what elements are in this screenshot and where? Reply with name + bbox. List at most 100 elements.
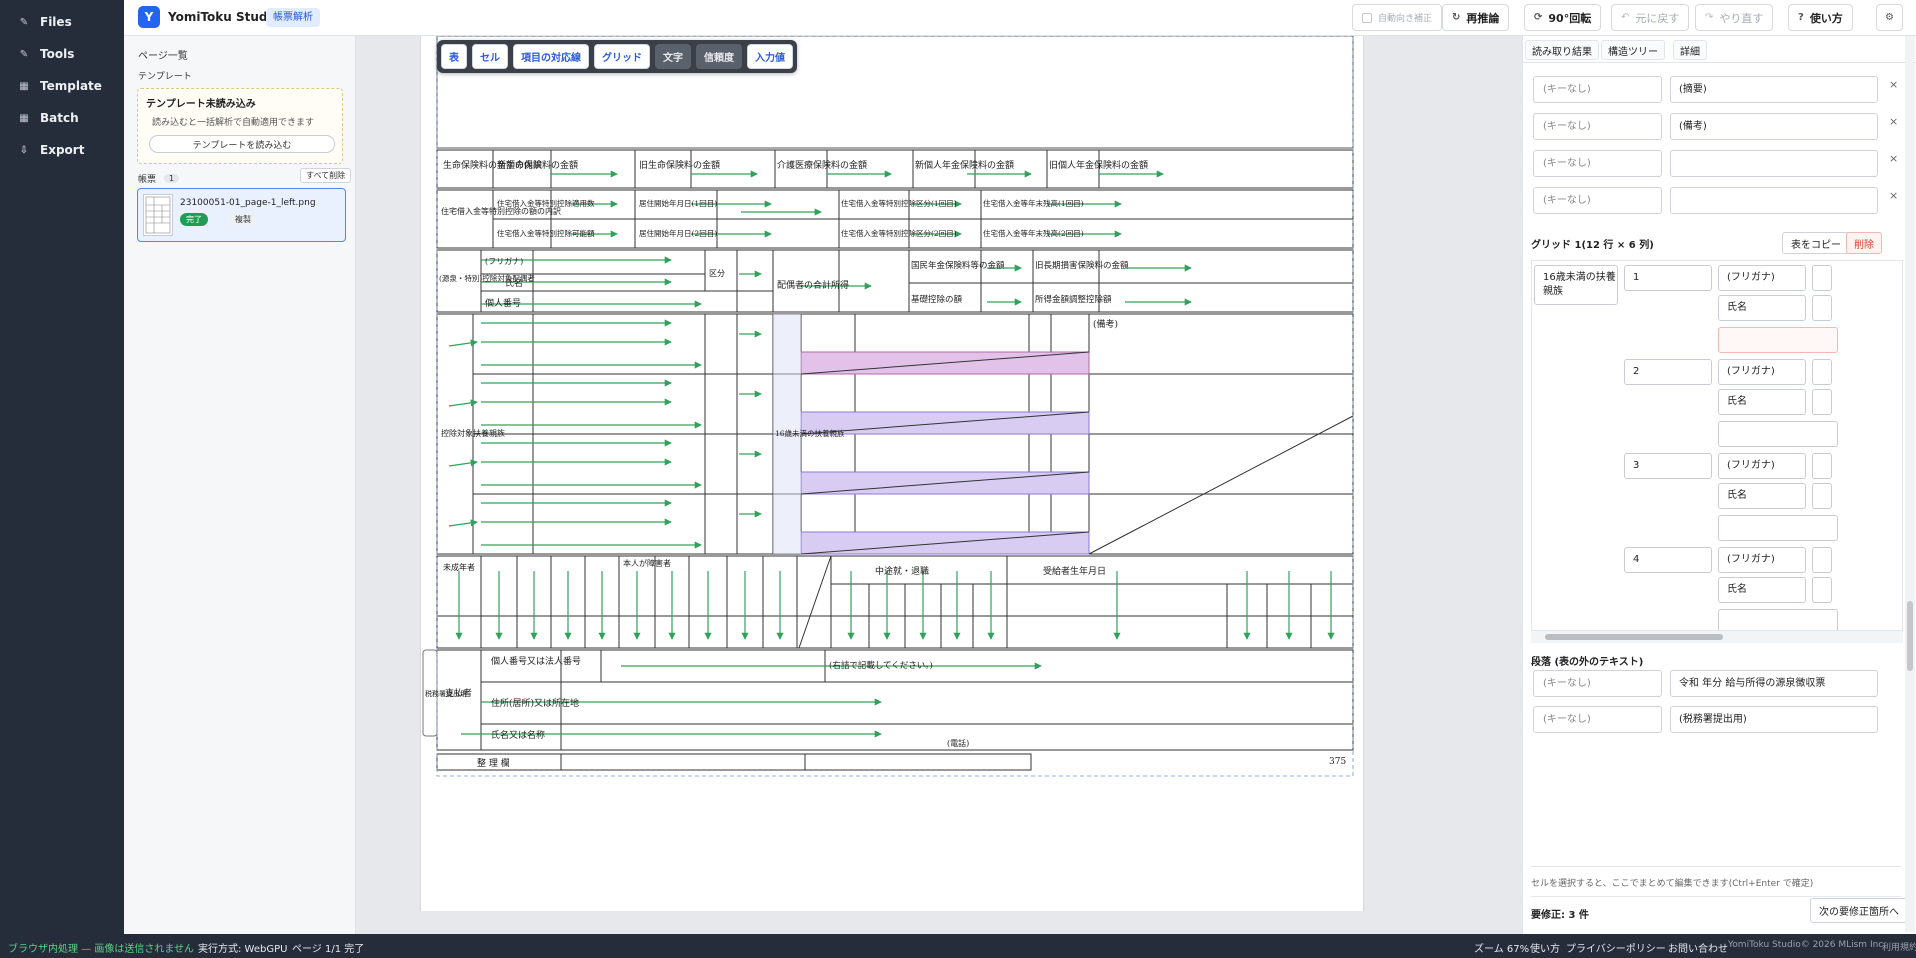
value-field[interactable]: (備考) <box>1670 113 1878 140</box>
scrollbar-thumb[interactable] <box>1907 601 1913 671</box>
overlay-toggle-5[interactable]: 信頼度 <box>696 44 742 69</box>
grid-cell[interactable] <box>1812 547 1832 573</box>
key-field[interactable]: (キーなし) <box>1533 76 1662 103</box>
grid-cell[interactable]: (フリガナ) <box>1718 453 1806 479</box>
clear-all-button[interactable]: すべて削除 <box>300 168 352 183</box>
duplicate-button[interactable]: 複製 <box>230 213 256 226</box>
grid-cell[interactable] <box>1812 265 1832 291</box>
grid-cell[interactable] <box>1718 421 1838 447</box>
value-field[interactable]: (摘要) <box>1670 76 1878 103</box>
key-field[interactable]: (キーなし) <box>1533 670 1662 697</box>
kv-row: (キーなし) (摘要) × <box>1533 76 1903 104</box>
document-page: 生命保険料の金額の内訳 新生命保険料の金額 旧生命保険料の金額 介護医療保険料の… <box>420 36 1364 911</box>
doc-label: 新生命保険料の金額 <box>497 159 578 171</box>
tab-results[interactable]: 読み取り結果 <box>1525 40 1599 60</box>
overlay-toggle-1[interactable]: セル <box>472 44 508 69</box>
grid-cell[interactable] <box>1812 577 1832 603</box>
value-field[interactable] <box>1670 187 1878 214</box>
terms-link[interactable]: 利用規約 <box>1882 940 1916 953</box>
grid-cell[interactable] <box>1812 359 1832 385</box>
grid-cell[interactable] <box>1812 483 1832 509</box>
nav-item-tools[interactable]: ✎ Tools <box>18 42 75 66</box>
overlay-toggle-6[interactable]: 入力値 <box>747 44 793 69</box>
scrollbar-thumb[interactable] <box>1545 634 1723 640</box>
grid-cell[interactable] <box>1718 515 1838 541</box>
grid-cell[interactable]: (フリガナ) <box>1718 359 1806 385</box>
doc-label: 個人番号又は法人番号 <box>491 655 581 667</box>
grid-cell[interactable] <box>1812 453 1832 479</box>
reinfer-button[interactable]: ↻ 再推論 <box>1442 4 1510 31</box>
copy-table-button[interactable]: 表をコピー <box>1782 232 1850 254</box>
auto-orient-label: 自動向き補正 <box>1378 14 1433 24</box>
paragraph-title: 段落 (表の外のテキスト) <box>1531 657 1644 668</box>
document-viewer[interactable]: 生命保険料の金額の内訳 新生命保険料の金額 旧生命保険料の金額 介護医療保険料の… <box>356 36 1522 934</box>
bill-card[interactable]: 23100051-01_page-1_left.png 完了 複製 <box>137 188 346 242</box>
doc-label: 国民年金保険料等の金額 <box>911 260 1005 271</box>
redo-button[interactable]: ↷ やり直す <box>1695 4 1774 31</box>
grid-cell[interactable]: 4 <box>1624 547 1712 573</box>
nav-item-template[interactable]: ▦ Template <box>18 74 102 98</box>
nav-item-files[interactable]: ✎ Files <box>18 10 72 34</box>
grid-cell-flagged[interactable] <box>1718 327 1838 353</box>
bill-thumbnail <box>143 194 173 236</box>
right-panel: 読み取り結果 構造ツリー 詳細 (キーなし) (摘要) × (キーなし) (備考) × … <box>1522 36 1916 934</box>
bills-label: 帳票 <box>138 175 157 185</box>
grid-cell[interactable] <box>1812 389 1832 415</box>
mode-badge[interactable]: 帳票解析 <box>266 8 320 27</box>
doc-label: 区分 <box>709 269 725 278</box>
remove-icon[interactable]: × <box>1889 78 1898 91</box>
remove-icon[interactable]: × <box>1889 115 1898 128</box>
grid-horizontal-scrollbar[interactable] <box>1531 631 1903 643</box>
grid-cell[interactable]: 氏名 <box>1718 389 1806 415</box>
tab-structure-tree[interactable]: 構造ツリー <box>1601 40 1665 60</box>
grid-cell[interactable]: 3 <box>1624 453 1712 479</box>
howto-button[interactable]: ? 使い方 <box>1788 4 1853 31</box>
rotate-button[interactable]: ⟳ 90°回転 <box>1524 4 1602 31</box>
tab-details[interactable]: 詳細 <box>1673 40 1707 60</box>
delete-grid-button[interactable]: 削除 <box>1846 232 1882 254</box>
overlay-toggle-3[interactable]: グリッド <box>594 44 650 69</box>
grid-cell[interactable] <box>1812 295 1832 321</box>
grid-cell[interactable]: 氏名 <box>1718 577 1806 603</box>
overlay-toggle-2[interactable]: 項目の対応線 <box>513 44 589 69</box>
grid-cell[interactable]: 2 <box>1624 359 1712 385</box>
result-tabs: 読み取り結果 構造ツリー 詳細 <box>1523 36 1916 63</box>
howto-link[interactable]: 使い方 <box>1530 940 1560 955</box>
overlay-toggle-0[interactable]: 表 <box>441 44 467 69</box>
kv-row: (キーなし) (備考) × <box>1533 113 1903 141</box>
doc-label: (フリガナ) <box>485 256 523 266</box>
grid-row-header[interactable]: 16歳未満の扶養親族 <box>1534 265 1618 305</box>
grid-cell[interactable]: 1 <box>1624 265 1712 291</box>
grid-cell[interactable]: 氏名 <box>1718 295 1806 321</box>
undo-button[interactable]: ↶ 元に戻す <box>1611 4 1690 31</box>
settings-button[interactable]: ⚙ <box>1876 4 1903 31</box>
grid-cell[interactable]: (フリガナ) <box>1718 265 1806 291</box>
doc-label: 氏名 <box>505 277 523 289</box>
privacy-policy-link[interactable]: プライバシーポリシー <box>1566 940 1666 955</box>
remove-icon[interactable]: × <box>1889 189 1898 202</box>
right-panel-scrollbar[interactable] <box>1905 36 1915 932</box>
doc-label: 新個人年金保険料の金額 <box>915 159 1014 171</box>
grid-cell[interactable] <box>1718 609 1838 630</box>
key-field[interactable]: (キーなし) <box>1533 706 1662 733</box>
remove-icon[interactable]: × <box>1889 152 1898 165</box>
overlay-toggle-4[interactable]: 文字 <box>655 44 691 69</box>
load-template-button[interactable]: テンプレートを読み込む <box>149 135 335 153</box>
template-heading: テンプレート <box>138 72 192 82</box>
contact-link[interactable]: お問い合わせ <box>1668 940 1728 955</box>
next-fix-button[interactable]: 次の要修正箇所へ <box>1810 898 1908 923</box>
key-field[interactable]: (キーなし) <box>1533 113 1662 140</box>
form-image[interactable]: 生命保険料の金額の内訳 新生命保険料の金額 旧生命保険料の金額 介護医療保険料の… <box>421 36 1365 911</box>
auto-orient-toggle[interactable]: 自動向き補正 <box>1352 4 1443 31</box>
nav-label: Template <box>40 79 102 93</box>
grid-cell[interactable]: 氏名 <box>1718 483 1806 509</box>
value-field[interactable] <box>1670 150 1878 177</box>
nav-item-export[interactable]: ⇩ Export <box>18 138 85 162</box>
value-field[interactable]: (税務署提出用) <box>1670 706 1878 733</box>
value-field[interactable]: 令和 年分 給与所得の源泉徴収票 <box>1670 670 1878 697</box>
key-field[interactable]: (キーなし) <box>1533 187 1662 214</box>
doc-label: 控除対象扶養親族 <box>441 428 505 438</box>
key-field[interactable]: (キーなし) <box>1533 150 1662 177</box>
nav-item-batch[interactable]: ▦ Batch <box>18 106 78 130</box>
grid-cell[interactable]: (フリガナ) <box>1718 547 1806 573</box>
